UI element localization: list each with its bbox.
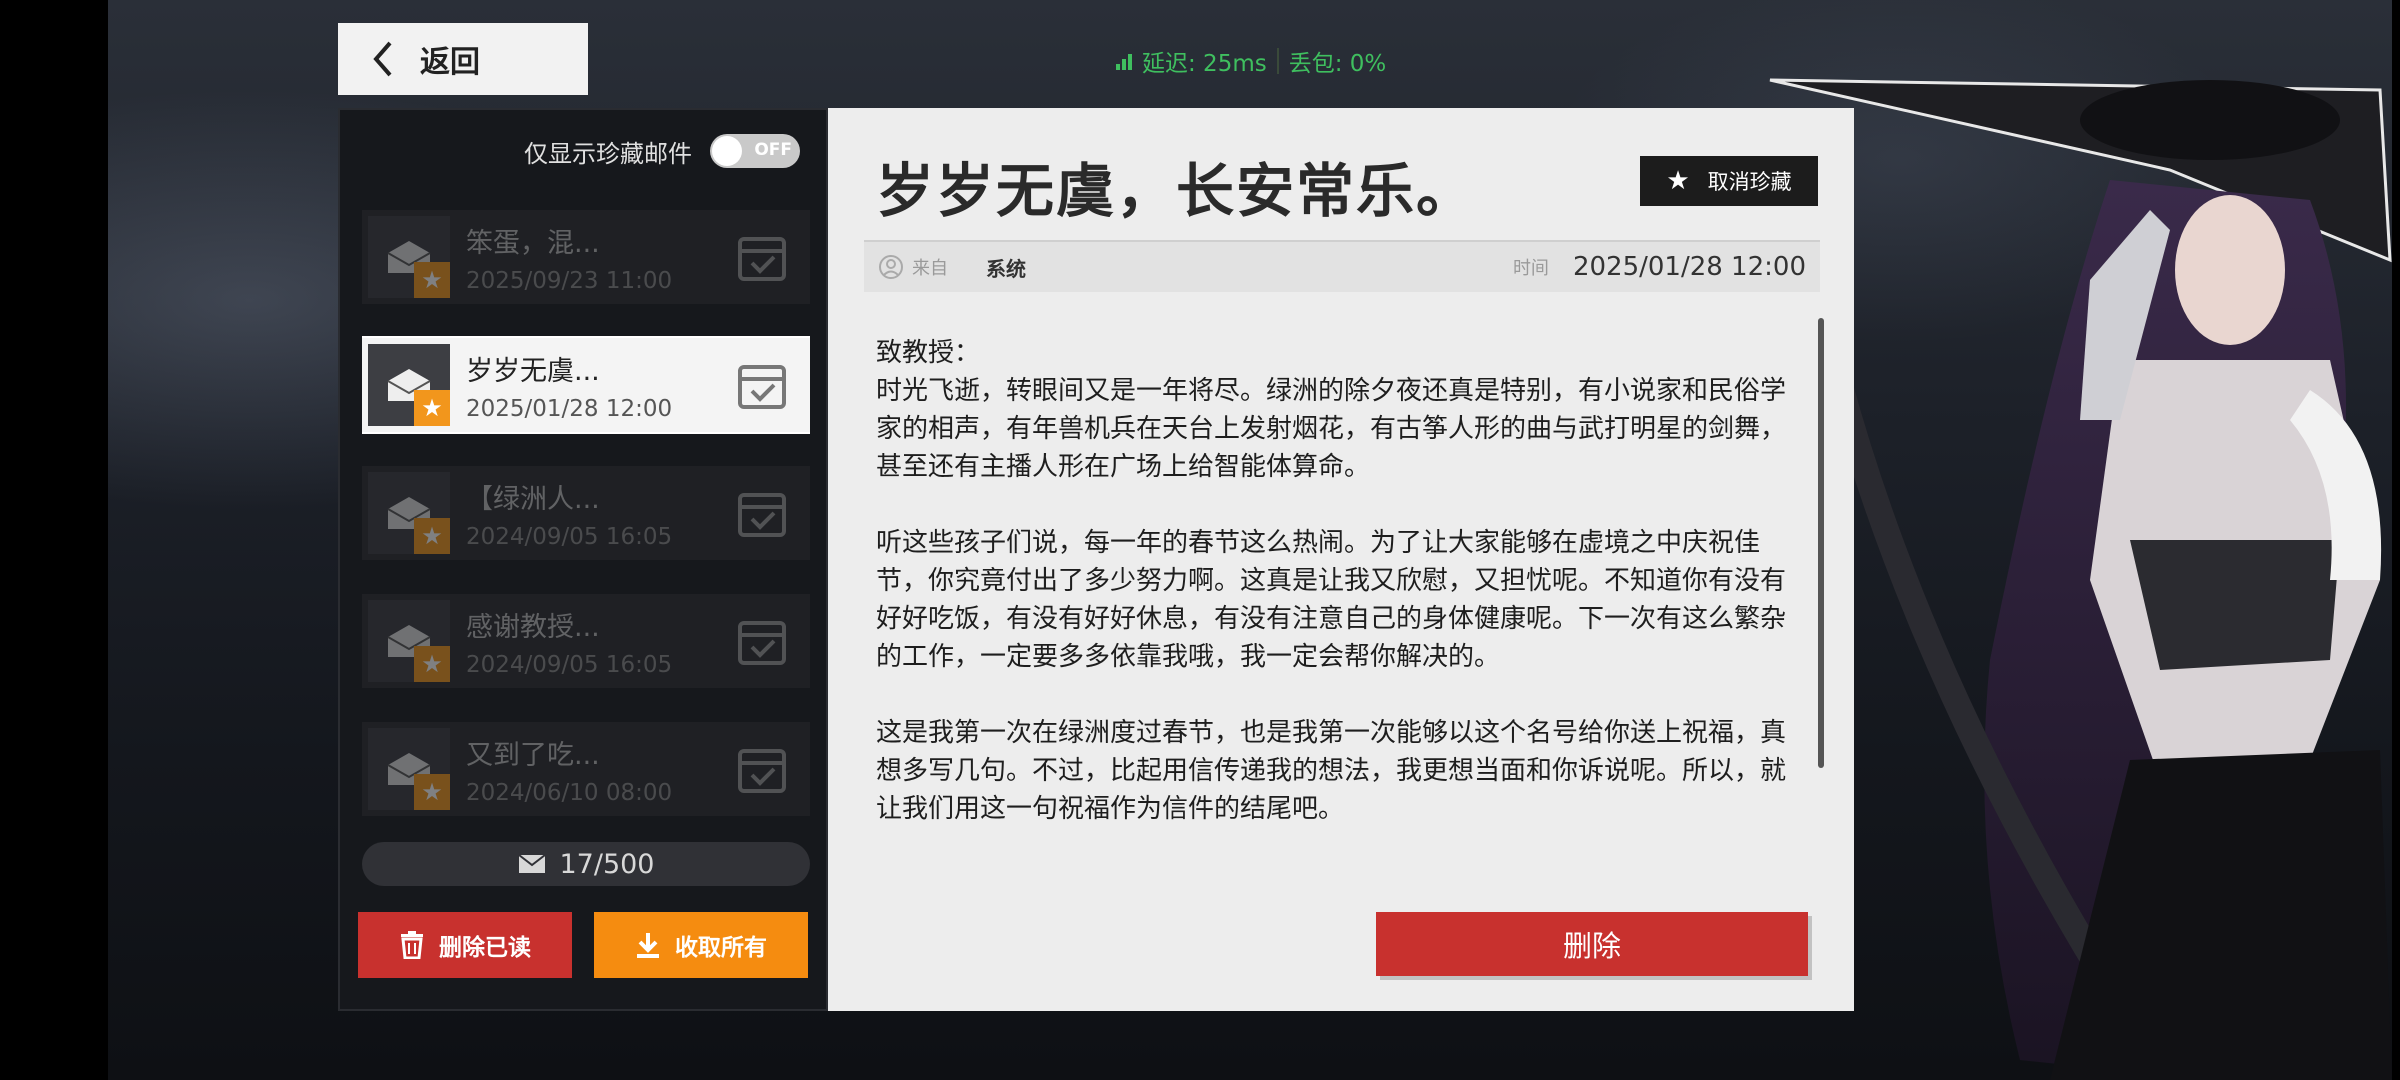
favorites-filter-label: 仅显示珍藏邮件 — [524, 139, 692, 168]
delete-read-label: 删除已读 — [439, 935, 531, 961]
mail-list-panel: 仅显示珍藏邮件 OFF ★ 笨蛋，混... 2025/09/23 11:00 ★… — [338, 108, 828, 1011]
claimed-box-icon — [738, 365, 786, 409]
mail-item[interactable]: ★ 【绿洲人... 2024/09/05 16:05 — [362, 466, 810, 560]
collect-all-button[interactable]: 收取所有 — [594, 912, 808, 978]
chevron-left-icon — [373, 41, 392, 77]
mail-item-title: 笨蛋，混... — [466, 227, 600, 259]
mail-item-date: 2024/06/10 08:00 — [466, 779, 673, 806]
favorite-star-icon: ★ — [414, 774, 450, 810]
mail-envelope-box: ★ — [368, 344, 450, 426]
claimed-box-icon — [738, 621, 786, 665]
toggle-state-text: OFF — [754, 140, 792, 160]
envelope-icon — [517, 854, 546, 873]
mail-info-bar: 来自 系统 时间 2025/01/28 12:00 — [864, 240, 1820, 292]
letter-body[interactable]: 致教授： 时光飞逝，转眼间又是一年将尽。绿洲的除夕夜还真是特别，有小说家和民俗学… — [876, 334, 1806, 894]
packet-loss-text: 丢包: 0% — [1288, 51, 1387, 77]
sender-name: 系统 — [986, 256, 1026, 281]
mail-item[interactable]: ★ 感谢教授... 2024/09/05 16:05 — [362, 594, 810, 688]
mail-item[interactable]: ★ 又到了吃... 2024/06/10 08:00 — [362, 722, 810, 816]
mail-count: 17/500 — [362, 842, 810, 886]
letter-scrollbar[interactable] — [1818, 318, 1824, 898]
favorite-star-icon: ★ — [414, 646, 450, 682]
mail-item[interactable]: ★ 笨蛋，混... 2025/09/23 11:00 — [362, 210, 810, 304]
letter-paragraph: 这是我第一次在绿洲度过春节，也是我第一次能够以这个名号给你送上祝福，真想多写几句… — [876, 718, 1787, 824]
mail-item-title: 又到了吃... — [466, 739, 600, 771]
mail-item-date: 2025/09/23 11:00 — [466, 267, 673, 294]
left-letterbox — [0, 0, 108, 1080]
hat-top-shape — [2080, 80, 2340, 160]
trash-icon — [401, 931, 423, 959]
mail-time: 2025/01/28 12:00 — [1572, 252, 1806, 282]
mail-item-date: 2025/01/28 12:00 — [466, 395, 673, 422]
favorites-filter-row: 仅显示珍藏邮件 OFF — [340, 130, 830, 172]
status-divider — [1276, 48, 1279, 74]
favorite-star-icon: ★ — [414, 518, 450, 554]
claimed-box-icon — [738, 749, 786, 793]
unfavorite-button[interactable]: ★ 取消珍藏 — [1640, 156, 1818, 206]
mail-item-date: 2024/09/05 16:05 — [466, 651, 673, 678]
mail-item-title: 【绿洲人... — [466, 483, 600, 515]
favorite-star-icon: ★ — [414, 390, 450, 426]
mail-item-title: 岁岁无虞... — [466, 355, 600, 387]
delete-button[interactable]: 删除 — [1376, 912, 1808, 976]
mail-envelope-box: ★ — [368, 728, 450, 810]
corset-shape — [2130, 540, 2340, 670]
mail-count-text: 17/500 — [559, 848, 655, 880]
back-button[interactable]: 返回 — [338, 23, 588, 95]
letter-paragraph: 听这些孩子们说，每一年的春节这么热闹。为了让大家能够在虚境之中庆祝佳节，你究竟付… — [876, 528, 1787, 672]
letter-salutation: 致教授： — [876, 338, 981, 368]
mail-detail-panel: 岁岁无虞，长安常乐。 ★ 取消珍藏 来自 系统 时间 2025/01/28 12… — [828, 108, 1854, 1011]
toggle-knob — [712, 136, 742, 166]
favorites-filter-toggle[interactable]: OFF — [710, 134, 800, 168]
mail-envelope-box: ★ — [368, 600, 450, 682]
scrollbar-thumb[interactable] — [1818, 318, 1824, 768]
network-status: 延迟: 25ms 丢包: 0% — [1116, 46, 1387, 77]
mail-detail-title: 岁岁无虞，长安常乐。 — [876, 157, 1477, 225]
right-letterbox — [2392, 0, 2400, 1080]
mail-envelope-box: ★ — [368, 216, 450, 298]
person-icon — [879, 255, 903, 279]
claimed-box-icon — [738, 237, 786, 281]
face-shape — [2175, 195, 2285, 345]
mail-item-selected[interactable]: ★ 岁岁无虞... 2025/01/28 12:00 — [362, 336, 810, 434]
from-label: 来自 — [912, 258, 948, 279]
favorite-star-icon: ★ — [414, 262, 450, 298]
latency-text: 延迟: 25ms — [1142, 51, 1267, 77]
mail-item-date: 2024/09/05 16:05 — [466, 523, 673, 550]
letter-paragraph: 时光飞逝，转眼间又是一年将尽。绿洲的除夕夜还真是特别，有小说家和民俗学家的相声，… — [876, 376, 1787, 482]
collect-all-label: 收取所有 — [675, 935, 767, 961]
claimed-box-icon — [738, 493, 786, 537]
unfavorite-label: 取消珍藏 — [1707, 170, 1792, 194]
mail-envelope-box: ★ — [368, 472, 450, 554]
star-icon: ★ — [1666, 166, 1690, 196]
signal-icon — [1116, 52, 1132, 70]
back-label: 返回 — [420, 45, 480, 80]
mail-item-title: 感谢教授... — [466, 611, 600, 643]
delete-label: 删除 — [1562, 929, 1621, 963]
delete-read-button[interactable]: 删除已读 — [358, 912, 572, 978]
download-icon — [637, 933, 659, 958]
time-label: 时间 — [1512, 258, 1549, 279]
mail-list[interactable]: ★ 笨蛋，混... 2025/09/23 11:00 ★ 岁岁无虞... 202… — [362, 210, 810, 940]
